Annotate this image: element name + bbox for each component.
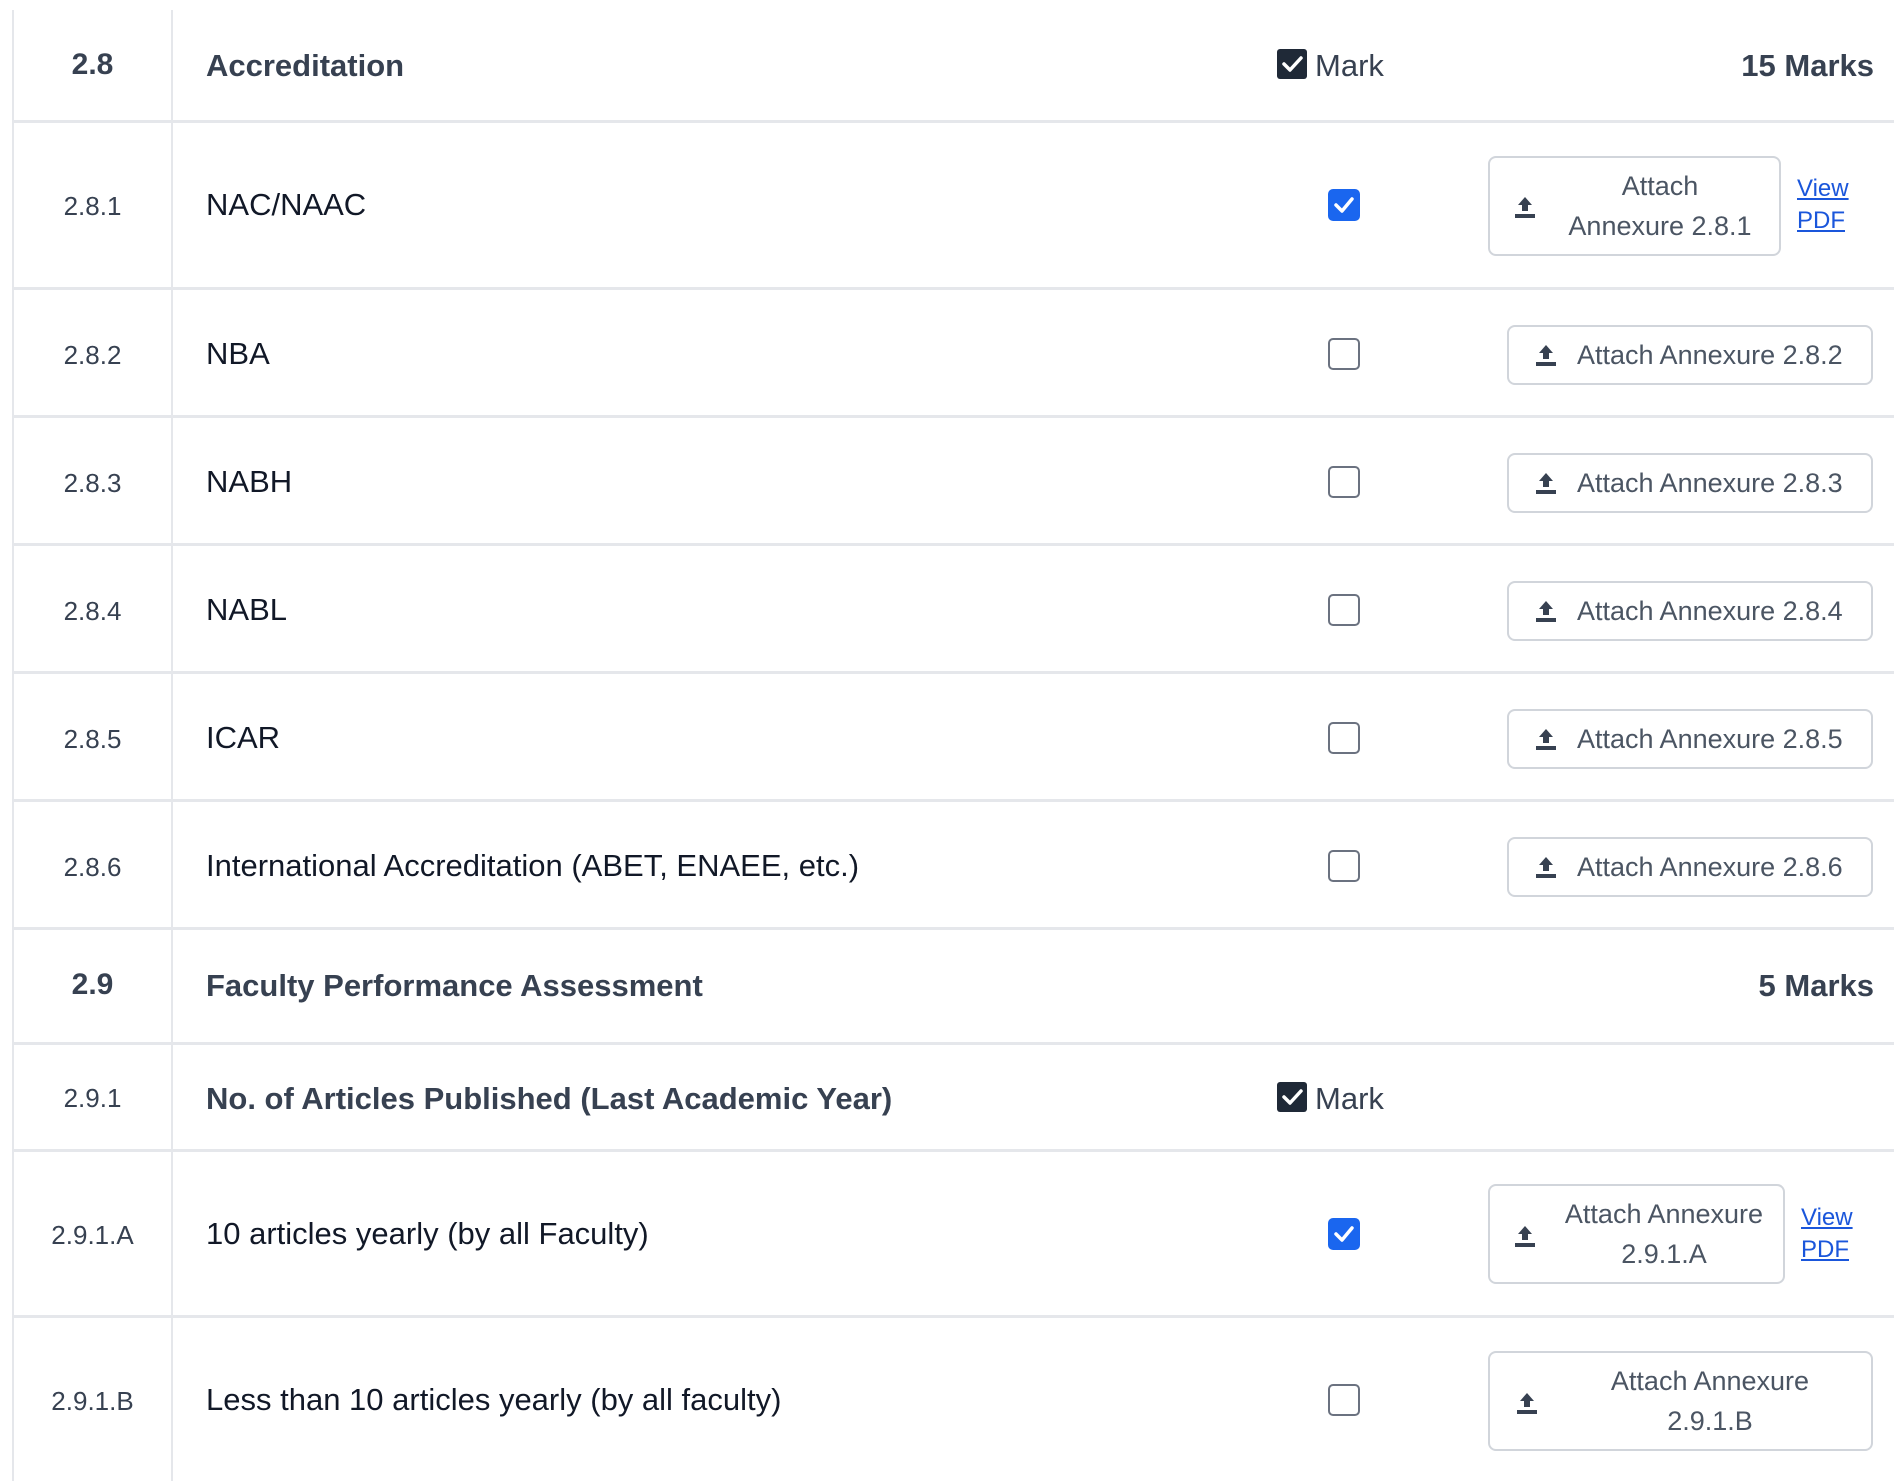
attach-annexure-button[interactable]: Attach Annexure 2.8.6	[1507, 837, 1873, 897]
row-number: 2.8.4	[63, 596, 122, 626]
attach-annexure-button[interactable]: Attach Annexure 2.8.4	[1507, 581, 1873, 641]
attach-annexure-button[interactable]: Attach Annexure 2.9.1.B	[1488, 1351, 1873, 1451]
upload-icon	[1536, 857, 1556, 878]
attach-label-line1: Attach	[1621, 171, 1699, 201]
upload-icon	[1536, 729, 1556, 750]
attach-label: Attach Annexure 2.8.3	[1577, 468, 1843, 498]
row-label: NAC/NAAC	[206, 187, 367, 222]
attach-label: Attach Annexure 2.8.2	[1577, 340, 1843, 370]
row-checkbox[interactable]	[1328, 466, 1360, 498]
table-row: 2.8.5 ICAR Attach Annexure 2.8.5	[14, 674, 1894, 802]
section-title: Faculty Performance Assessment	[206, 968, 703, 1003]
row-checkbox[interactable]	[1328, 1384, 1360, 1416]
section-header-row: 2.8 Accreditation Mark 15 Marks	[14, 10, 1894, 123]
attach-annexure-button[interactable]: Attach Annexure 2.8.2	[1507, 325, 1873, 385]
row-label: Less than 10 articles yearly (by all fac…	[206, 1382, 782, 1417]
section-header-row: 2.9 Faculty Performance Assessment 5 Mar…	[14, 930, 1894, 1045]
upload-icon	[1515, 1226, 1535, 1247]
row-label: NBA	[206, 336, 270, 371]
table-row: 2.8.1 NAC/NAAC Attach Annexure 2.8.1 Vie…	[14, 123, 1894, 290]
view-pdf-line1: View	[1797, 175, 1849, 202]
row-number: 2.9.1.B	[51, 1386, 134, 1416]
subsection-number: 2.9.1	[63, 1083, 122, 1113]
attach-label-line1: Attach Annexure	[1610, 1366, 1810, 1396]
upload-icon	[1536, 601, 1556, 622]
row-number: 2.8.2	[63, 340, 122, 370]
mark-label: Mark	[1315, 48, 1384, 83]
attach-label-line2: 2.9.1.A	[1621, 1239, 1707, 1269]
section-number: 2.9	[71, 968, 114, 1001]
attach-label-line2: Annexure 2.8.1	[1568, 211, 1752, 241]
row-label: International Accreditation (ABET, ENAEE…	[206, 848, 860, 883]
attach-label-line2: 2.9.1.B	[1667, 1406, 1753, 1436]
row-number: 2.8.5	[63, 724, 122, 754]
table-row: 2.8.3 NABH Attach Annexure 2.8.3	[14, 418, 1894, 546]
attach-label: Attach Annexure 2.8.4	[1577, 596, 1843, 626]
table-row: 2.8.4 NABL Attach Annexure 2.8.4	[14, 546, 1894, 674]
row-number: 2.8.3	[63, 468, 122, 498]
view-pdf-line2: PDF	[1797, 207, 1845, 234]
row-label: NABL	[206, 592, 287, 627]
upload-icon	[1536, 473, 1556, 494]
upload-icon	[1515, 197, 1535, 218]
row-checkbox[interactable]	[1328, 1218, 1360, 1250]
table-row: 2.9.1.A 10 articles yearly (by all Facul…	[14, 1152, 1894, 1318]
subsection-title: No. of Articles Published (Last Academic…	[206, 1081, 893, 1116]
row-checkbox[interactable]	[1328, 594, 1360, 626]
view-pdf-line2: PDF	[1801, 1236, 1849, 1263]
upload-icon	[1536, 345, 1556, 366]
section-title: Accreditation	[206, 48, 405, 83]
section-number: 2.8	[71, 48, 114, 81]
attach-annexure-button[interactable]: Attach Annexure 2.8.1	[1488, 156, 1781, 256]
row-checkbox[interactable]	[1328, 850, 1360, 882]
section-marks: 5 Marks	[1758, 968, 1874, 1003]
row-number: 2.9.1.A	[51, 1220, 134, 1250]
table-row: 2.8.6 International Accreditation (ABET,…	[14, 802, 1894, 930]
subsection-header-row: 2.9.1 No. of Articles Published (Last Ac…	[14, 1045, 1894, 1152]
row-number: 2.8.1	[63, 191, 122, 221]
section-marks: 15 Marks	[1741, 48, 1874, 83]
table-row: 2.9.1.B Less than 10 articles yearly (by…	[14, 1318, 1894, 1481]
row-checkbox[interactable]	[1328, 189, 1360, 221]
mark-checkbox-icon[interactable]	[1277, 1082, 1307, 1112]
view-pdf-link[interactable]: View PDF	[1797, 173, 1849, 237]
attach-label: Attach Annexure 2.8.5	[1577, 724, 1843, 754]
table-row: 2.8.2 NBA Attach Annexure 2.8.2	[14, 290, 1894, 418]
row-checkbox[interactable]	[1328, 338, 1360, 370]
attach-annexure-button[interactable]: Attach Annexure 2.8.3	[1507, 453, 1873, 513]
view-pdf-link[interactable]: View PDF	[1801, 1202, 1853, 1266]
row-label: ICAR	[206, 720, 281, 755]
row-checkbox[interactable]	[1328, 722, 1360, 754]
row-label: 10 articles yearly (by all Faculty)	[206, 1216, 649, 1251]
upload-icon	[1517, 1393, 1537, 1414]
row-number: 2.8.6	[63, 852, 122, 882]
mark-checkbox-icon[interactable]	[1277, 49, 1307, 79]
attach-label: Attach Annexure 2.8.6	[1577, 852, 1843, 882]
attach-label-line1: Attach Annexure	[1564, 1199, 1764, 1229]
attach-annexure-button[interactable]: Attach Annexure 2.8.5	[1507, 709, 1873, 769]
attach-annexure-button[interactable]: Attach Annexure 2.9.1.A	[1488, 1184, 1785, 1284]
mark-label: Mark	[1315, 1081, 1384, 1116]
view-pdf-line1: View	[1801, 1204, 1853, 1231]
row-label: NABH	[206, 464, 293, 499]
